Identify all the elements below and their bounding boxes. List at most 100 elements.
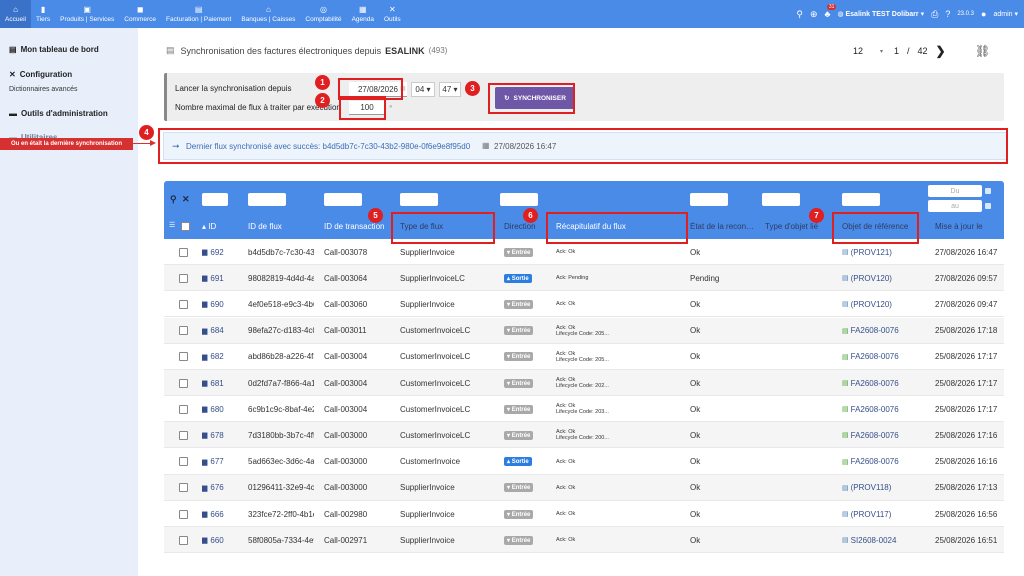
- user-avatar-icon[interactable]: ●: [981, 9, 986, 19]
- nav-item-2[interactable]: ▣ Produits | Services: [55, 0, 119, 28]
- table-row[interactable]: ▆676 01296411-32e9-4c7d-8a3f-9b2e5c1d7a88…: [164, 474, 1004, 501]
- current-page[interactable]: 1: [894, 46, 899, 56]
- reference-link[interactable]: SI2608-0024: [851, 536, 897, 545]
- table-row[interactable]: ▆678 7d3180bb-3b7c-4f5e-9c2a-8e1d6b4f3a66…: [164, 422, 1004, 449]
- cell-id[interactable]: ▆ 682: [202, 344, 242, 370]
- select-all-checkbox[interactable]: [181, 222, 190, 231]
- reference-link[interactable]: FA2608-0076: [851, 457, 899, 466]
- id-link[interactable]: 681: [210, 379, 223, 388]
- cell-reference[interactable]: ▤ FA2608-0076: [842, 370, 922, 396]
- table-row[interactable]: ▆692 b4d5db7c-7c30-43b2-980e-0f6e9e8f95d0…: [164, 239, 1004, 265]
- row-checkbox[interactable]: [179, 378, 188, 388]
- max-flux-input[interactable]: 100: [349, 101, 385, 115]
- filter-reference[interactable]: [842, 193, 880, 206]
- per-page-select[interactable]: 12 ▾: [850, 44, 886, 58]
- filter-date-from[interactable]: Du: [928, 185, 982, 197]
- link-icon[interactable]: ⛓: [975, 44, 990, 58]
- reference-link[interactable]: FA2608-0076: [851, 405, 899, 414]
- row-checkbox-cell[interactable]: [179, 422, 191, 448]
- table-row[interactable]: ▆681 0d2fd7a7-f866-4a1c-8d3e-7b9f2c5a1d44…: [164, 370, 1004, 396]
- reference-link[interactable]: FA2608-0076: [851, 379, 899, 388]
- search-icon[interactable]: ⚲: [170, 194, 177, 205]
- table-row[interactable]: ▆666 323fce72-2ff0-4b1e-9d6c-3a8f2e7b5c99…: [164, 501, 1004, 527]
- cell-id[interactable]: ▆ 660: [202, 527, 242, 553]
- row-checkbox-cell[interactable]: [179, 396, 191, 422]
- row-checkbox[interactable]: [179, 326, 188, 336]
- nav-item-1[interactable]: ▮ Tiers: [31, 0, 55, 28]
- id-link[interactable]: 690: [210, 300, 223, 309]
- row-checkbox[interactable]: [179, 483, 188, 493]
- column-direction[interactable]: Direction: [504, 222, 536, 231]
- cell-id[interactable]: ▆ 677: [202, 449, 242, 475]
- id-link[interactable]: 677: [210, 457, 223, 466]
- company-selector[interactable]: ◍ Esalink TEST Dolibarr ▾: [837, 10, 924, 18]
- column-flux-id[interactable]: ID de flux: [248, 222, 282, 231]
- column-state[interactable]: État de la reconnaissance: [690, 222, 758, 231]
- cell-reference[interactable]: ▤ FA2608-0076: [842, 449, 922, 475]
- filter-flux-id[interactable]: [248, 193, 286, 206]
- column-object-type[interactable]: Type d'objet lié: [765, 222, 823, 231]
- id-link[interactable]: 692: [210, 248, 223, 257]
- row-checkbox[interactable]: [179, 509, 188, 519]
- cell-id[interactable]: ▆ 666: [202, 501, 242, 527]
- row-checkbox-cell[interactable]: [179, 449, 191, 475]
- reference-link[interactable]: (PROV120): [851, 300, 892, 309]
- sidebar-item-admin-tools[interactable]: ▬ Outils d'administration: [9, 109, 108, 118]
- synchronize-button[interactable]: ↻ SYNCHRONISER: [495, 87, 575, 109]
- filter-state[interactable]: [690, 193, 728, 206]
- row-checkbox[interactable]: [179, 430, 188, 440]
- cell-reference[interactable]: ▤ (PROV117): [842, 501, 922, 527]
- notifications-icon[interactable]: ♣ 31: [825, 4, 837, 19]
- column-type[interactable]: Type de flux: [400, 222, 443, 231]
- row-checkbox-cell[interactable]: [179, 344, 191, 370]
- cell-reference[interactable]: ▤ FA2608-0076: [842, 422, 922, 448]
- list-view-icon[interactable]: ☰: [169, 221, 175, 229]
- table-row[interactable]: ▆691 98082819-4d4d-4a7e-8a2e-0bfc8a7c2a10…: [164, 265, 1004, 292]
- table-row[interactable]: ▆684 98efa27c-d183-4c0e-b7a5-6d2f1e9b4c22…: [164, 317, 1004, 344]
- cell-id[interactable]: ▆ 690: [202, 291, 242, 317]
- cell-id[interactable]: ▆ 680: [202, 396, 242, 422]
- filter-type[interactable]: [400, 193, 438, 206]
- row-checkbox[interactable]: [179, 535, 188, 545]
- reference-link[interactable]: (PROV117): [851, 510, 892, 519]
- column-updated[interactable]: Mise à jour le: [935, 222, 983, 231]
- nav-item-3[interactable]: ◼ Commerce: [119, 0, 161, 28]
- nav-item-4[interactable]: ▤ Facturation | Paiement: [161, 0, 236, 28]
- reference-link[interactable]: (PROV121): [851, 248, 892, 257]
- row-checkbox-cell[interactable]: [179, 475, 191, 501]
- filter-direction[interactable]: [500, 193, 538, 206]
- column-recap[interactable]: Récapitulatif du flux: [556, 222, 626, 231]
- search-icon[interactable]: ⚲: [796, 9, 803, 20]
- filter-object-type[interactable]: [762, 193, 800, 206]
- id-link[interactable]: 666: [210, 510, 223, 519]
- row-checkbox[interactable]: [179, 457, 188, 467]
- row-checkbox[interactable]: [179, 299, 188, 309]
- cell-reference[interactable]: ▤ SI2608-0024: [842, 527, 922, 553]
- reference-link[interactable]: FA2608-0076: [851, 326, 899, 335]
- nav-item-6[interactable]: ◎ Comptabilité: [300, 0, 346, 28]
- cell-reference[interactable]: ▤ FA2608-0076: [842, 344, 922, 370]
- row-checkbox-cell[interactable]: [179, 501, 191, 527]
- row-checkbox-cell[interactable]: [179, 527, 191, 553]
- nav-item-5[interactable]: ⌂ Banques | Caisses: [236, 0, 300, 28]
- table-row[interactable]: ▆660 58f0805a-7334-4e9f-a2b7-6c1d3f8e9a00…: [164, 527, 1004, 554]
- cell-id[interactable]: ▆ 684: [202, 318, 242, 344]
- column-id[interactable]: ▴ ID: [202, 222, 216, 231]
- cell-reference[interactable]: ▤ (PROV121): [842, 239, 922, 265]
- cell-id[interactable]: ▆ 676: [202, 475, 242, 501]
- reference-link[interactable]: FA2608-0076: [851, 431, 899, 440]
- column-transaction[interactable]: ID de transaction: [324, 222, 384, 231]
- add-icon[interactable]: ⊕: [810, 9, 818, 20]
- row-checkbox[interactable]: [179, 273, 188, 283]
- id-link[interactable]: 678: [210, 431, 223, 440]
- id-link[interactable]: 682: [210, 352, 223, 361]
- cell-id[interactable]: ▆ 681: [202, 370, 242, 396]
- table-row[interactable]: ▆690 4ef0e518-e9c3-4b6f-9b1d-2c7e5d3a8f11…: [164, 291, 1004, 318]
- hour-select[interactable]: 04 ▾: [411, 82, 435, 97]
- minute-select[interactable]: 47 ▾: [439, 82, 461, 97]
- cell-reference[interactable]: ▤ (PROV120): [842, 265, 922, 291]
- table-row[interactable]: ▆677 5ad663ec-3d6c-4a8b-b5e9-2f7c1d8e4b77…: [164, 449, 1004, 475]
- sidebar-item-configuration[interactable]: ✕ Configuration: [9, 70, 72, 79]
- cell-reference[interactable]: ▤ (PROV120): [842, 291, 922, 317]
- row-checkbox-cell[interactable]: [179, 239, 191, 265]
